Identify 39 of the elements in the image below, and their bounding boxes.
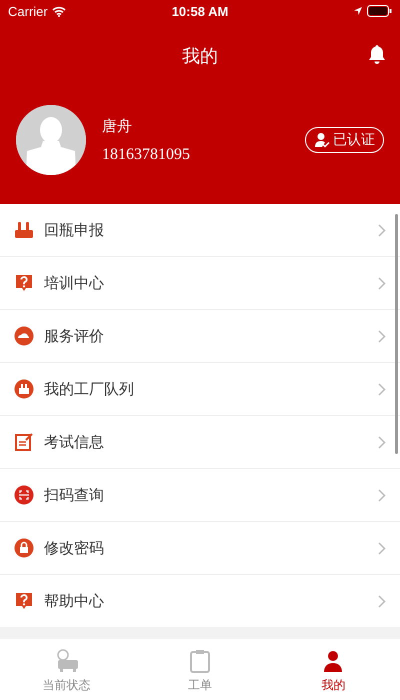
chevron-icon bbox=[378, 224, 386, 236]
verified-button[interactable]: 已认证 bbox=[305, 127, 384, 153]
bell-icon[interactable] bbox=[368, 44, 386, 64]
menu-item[interactable]: 培训中心 bbox=[0, 257, 400, 310]
chevron-icon bbox=[378, 330, 386, 342]
menu-item[interactable]: 修改密码 bbox=[0, 522, 400, 575]
chevron-icon bbox=[378, 594, 386, 608]
page-title: 我的 bbox=[182, 45, 218, 68]
menu-item[interactable]: 服务评价 bbox=[0, 310, 400, 363]
question-icon bbox=[14, 591, 34, 611]
wifi-icon bbox=[52, 6, 66, 16]
tab-item[interactable]: 我的 bbox=[266, 639, 400, 700]
lock-icon bbox=[14, 538, 34, 558]
chevron-icon bbox=[378, 276, 386, 290]
chevron-icon bbox=[378, 488, 386, 502]
tab-item[interactable]: 当前状态 bbox=[0, 639, 134, 700]
clipboard-icon bbox=[188, 648, 212, 672]
factory-icon bbox=[14, 379, 34, 399]
menu-item[interactable]: 扫码查询 bbox=[0, 469, 400, 522]
notepad-icon bbox=[14, 432, 34, 452]
chevron-icon bbox=[378, 382, 386, 396]
phone-number: 18163781095 bbox=[102, 146, 191, 164]
cloud-badge-icon bbox=[14, 326, 34, 346]
menu-item[interactable]: 帮助中心 bbox=[0, 575, 400, 627]
chevron-icon bbox=[378, 542, 386, 554]
clock-time: 10:58 AM bbox=[172, 4, 228, 18]
question-icon bbox=[14, 273, 34, 293]
user-check-icon bbox=[314, 132, 330, 148]
menu-item[interactable]: 考试信息 bbox=[0, 416, 400, 469]
scan-icon bbox=[14, 485, 34, 505]
battery-icon bbox=[366, 5, 392, 17]
tab-item[interactable]: 工单 bbox=[133, 639, 267, 700]
bottles-icon bbox=[14, 220, 34, 240]
menu-item[interactable]: 回瓶申报 bbox=[0, 204, 400, 257]
location-arrow-icon bbox=[352, 6, 363, 16]
menu-item[interactable]: 我的工厂队列 bbox=[0, 363, 400, 416]
chevron-icon bbox=[378, 436, 386, 448]
user-name: 唐舟 bbox=[102, 116, 133, 136]
carrier-label: Carrier bbox=[8, 4, 48, 18]
